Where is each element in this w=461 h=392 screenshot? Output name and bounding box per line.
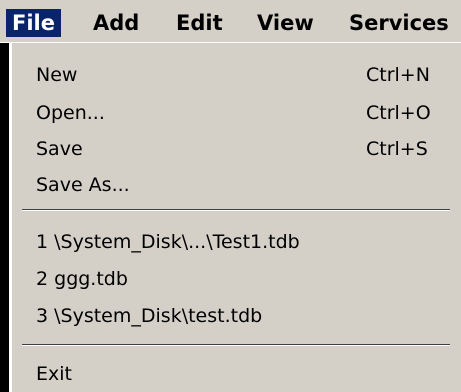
menu-bar: File Add Edit View Services <box>0 0 461 43</box>
menu-separator <box>22 344 450 346</box>
menu-item-save[interactable]: Save <box>36 134 83 164</box>
shortcut-open: Ctrl+O <box>366 102 431 124</box>
menu-services[interactable]: Services <box>349 9 449 37</box>
menu-add[interactable]: Add <box>93 9 139 37</box>
menu-edit[interactable]: Edit <box>176 9 223 37</box>
menu-left-border <box>0 43 9 392</box>
menu-separator <box>22 209 450 211</box>
menu-item-recent-2[interactable]: 2 ggg.tdb <box>36 264 128 294</box>
file-dropdown-menu <box>0 43 461 392</box>
menu-file[interactable]: File <box>6 9 61 37</box>
menu-item-recent-1[interactable]: 1 \System_Disk\...\Test1.tdb <box>36 227 300 257</box>
menu-view[interactable]: View <box>257 9 314 37</box>
menu-item-new[interactable]: New <box>36 60 77 90</box>
menu-left-highlight <box>9 43 12 392</box>
shortcut-new: Ctrl+N <box>366 64 430 86</box>
shortcut-save: Ctrl+S <box>366 138 428 160</box>
menu-item-exit[interactable]: Exit <box>36 359 72 389</box>
menu-item-open[interactable]: Open... <box>36 98 105 128</box>
menu-item-save-as[interactable]: Save As... <box>36 170 130 200</box>
menu-item-recent-3[interactable]: 3 \System_Disk\test.tdb <box>36 301 262 331</box>
